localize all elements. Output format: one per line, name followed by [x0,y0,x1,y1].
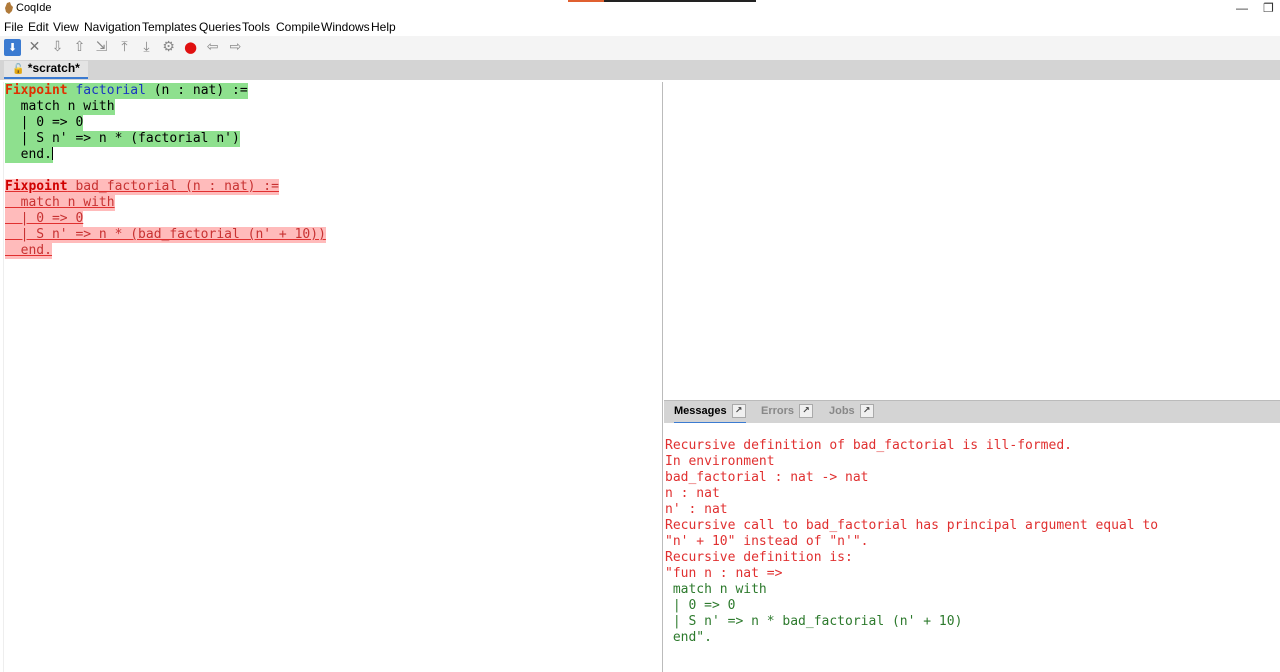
menu-help[interactable]: Help [371,20,396,34]
error-code-line: match n with [5,195,115,211]
keyword: Fixpoint [5,179,68,194]
detach-icon[interactable]: ↗ [731,404,746,418]
menu-queries[interactable]: Queries [199,20,241,34]
restart-icon[interactable]: ⤒ [116,39,133,56]
message-line: Recursive definition is: [665,550,853,565]
code-line: | 0 => 0 [5,115,84,131]
message-line: Recursive call to bad_factorial has prin… [665,518,1159,533]
message-line: match n with [665,582,767,597]
text-cursor [51,147,53,160]
error-code-line: | S n' => n * (bad_factorial (n' + 10)) [5,227,326,243]
message-line: "fun n : nat => [665,566,783,581]
toolbar: ⬇ ✕ ⇩ ⇧ ⇲ ⤒ ⤓ ⚙ ● ⇦ ⇨ [0,36,1280,60]
message-line: | S n' => n * bad_factorial (n' + 10) [665,614,963,629]
messages-panel: Recursive definition of bad_factorial is… [664,423,1280,672]
interrupt-icon[interactable]: ⚙ [160,39,177,56]
save-icon[interactable]: ⬇ [4,39,21,56]
keyword: Fixpoint [5,83,68,98]
backward-one-icon[interactable]: ⇧ [71,39,88,56]
error-code-line: | 0 => 0 [5,211,84,227]
code-line: match n with [5,99,115,115]
unlock-icon: 🔓 [12,64,25,75]
tab-jobs[interactable]: Jobs ↗ [829,404,874,422]
next-occurrence-icon[interactable]: ⇨ [227,39,244,56]
tab-messages[interactable]: Messages ↗ [674,404,746,424]
message-line: end". [665,630,712,645]
go-to-cursor-icon[interactable]: ⇲ [93,39,110,56]
detach-icon[interactable]: ↗ [859,404,874,418]
message-line: Recursive definition of bad_factorial is… [665,438,1072,453]
detach-icon[interactable]: ↗ [799,404,814,418]
menu-navigation[interactable]: Navigation [84,20,141,34]
tab-bar: 🔓 *scratch* [0,60,1280,80]
menu-compile[interactable]: Compile [276,20,320,34]
menu-view[interactable]: View [53,20,79,34]
forward-one-icon[interactable]: ⇩ [49,39,66,56]
menu-bar: File Edit View Navigation Templates Quer… [0,18,1280,36]
minimize-button[interactable]: — [1236,1,1248,15]
message-line: In environment [665,454,775,469]
message-tab-bar: Messages ↗ Errors ↗ Jobs ↗ [664,400,1280,424]
message-line: "n' + 10" instead of "n'". [665,534,869,549]
tab-label: *scratch* [27,61,80,75]
menu-templates[interactable]: Templates [142,20,197,34]
message-line: | 0 => 0 [665,598,736,613]
message-line: n' : nat [665,502,728,517]
previous-occurrence-icon[interactable]: ⇦ [204,39,221,56]
function-name: factorial [75,83,146,98]
menu-windows[interactable]: Windows [321,20,370,34]
title-accent-bar [568,0,756,2]
record-icon[interactable]: ● [182,39,199,56]
code-line: | S n' => n * (factorial n') [5,131,240,147]
rooster-icon [5,2,13,14]
close-icon[interactable]: ✕ [26,39,43,56]
error-code-line: end. [5,243,52,259]
goals-panel [664,82,1280,400]
go-to-end-icon[interactable]: ⤓ [138,39,155,56]
tab-errors[interactable]: Errors ↗ [761,404,814,422]
menu-file[interactable]: File [4,20,23,34]
title-bar: CoqIde — ❐ [0,0,1280,18]
code-line: end. [5,147,53,163]
error-code-line: Fixpoint bad_factorial (n : nat) := [5,179,279,195]
script-editor[interactable]: Fixpoint factorial (n : nat) := match n … [0,82,663,672]
menu-edit[interactable]: Edit [28,20,49,34]
menu-tools[interactable]: Tools [242,20,270,34]
window-title: CoqIde [16,2,52,14]
restore-button[interactable]: ❐ [1263,1,1274,15]
function-name: bad_factorial [67,179,178,194]
message-line: n : nat [665,486,720,501]
message-line: bad_factorial : nat -> nat [665,470,869,485]
code-line: Fixpoint factorial (n : nat) := [5,83,248,99]
tab-scratch[interactable]: 🔓 *scratch* [4,61,88,79]
